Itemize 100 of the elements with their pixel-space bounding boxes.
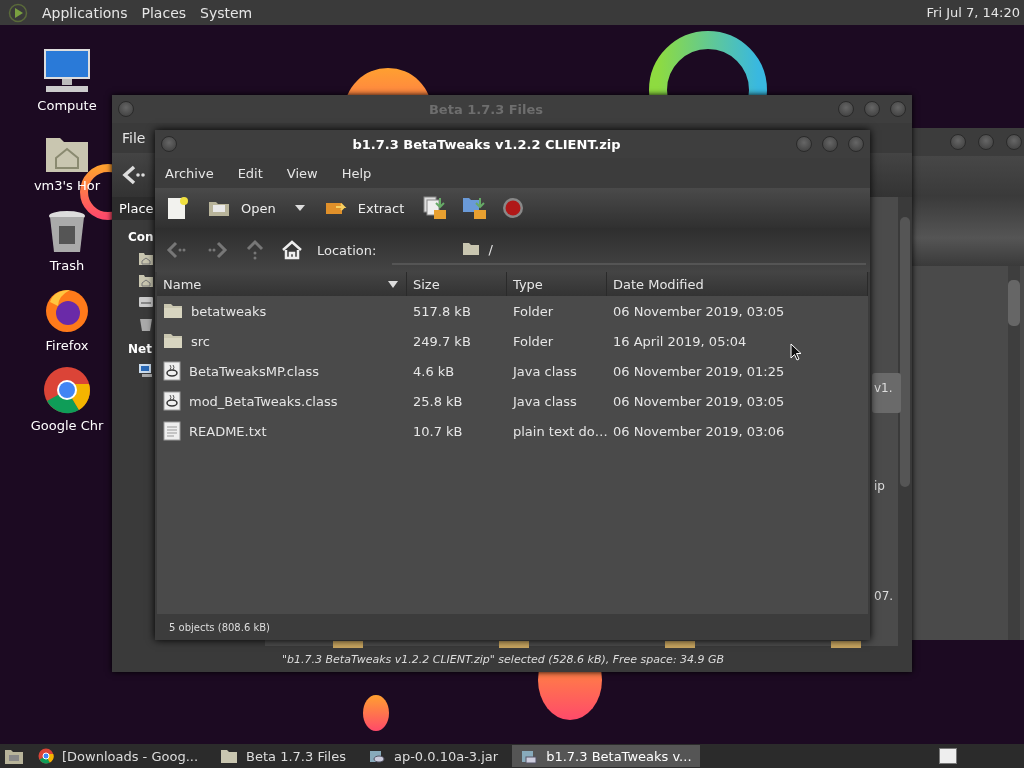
- back-arrow-icon[interactable]: [122, 165, 146, 185]
- status-text: 5 objects (808.6 kB): [169, 621, 270, 633]
- table-cell: 10.7 kB: [413, 423, 463, 439]
- add-files-icon[interactable]: [422, 195, 449, 221]
- folder-icon: [462, 242, 481, 256]
- window-button[interactable]: [848, 136, 864, 152]
- desktop-icon-label[interactable]: Firefox: [45, 338, 89, 353]
- table-cell: 517.8 kB: [413, 303, 471, 319]
- desktop-icon-label[interactable]: Trash: [49, 258, 85, 273]
- menu-item[interactable]: File: [122, 130, 146, 146]
- menu-item[interactable]: Help: [341, 165, 372, 181]
- window-button[interactable]: [822, 136, 838, 152]
- table-cell: 06 November 2019, 03:05: [613, 393, 785, 409]
- table-cell: 25.8 kB: [413, 393, 463, 409]
- java-file-icon: [163, 361, 181, 381]
- trash-icon[interactable]: [138, 316, 154, 332]
- panel-clock[interactable]: Fri Jul 7, 14:20: [926, 5, 1020, 20]
- extract-button[interactable]: Extract: [319, 196, 409, 220]
- dropdown-caret-icon[interactable]: [293, 204, 306, 212]
- firefox-icon[interactable]: [44, 288, 90, 334]
- table-cell: 06 November 2019, 01:25: [613, 363, 785, 379]
- stop-icon[interactable]: [502, 197, 525, 219]
- home-folder-icon[interactable]: [138, 272, 154, 288]
- column-header[interactable]: Date Modified: [607, 272, 868, 296]
- home-icon[interactable]: [281, 240, 303, 260]
- file-name[interactable]: BetaTweaksMP.class: [189, 363, 320, 379]
- table-cell: 249.7 kB: [413, 333, 471, 349]
- table-cell: plain text do…: [513, 423, 608, 439]
- taskbar-item[interactable]: ap-0.0.10a-3.jar: [359, 745, 507, 767]
- window-button[interactable]: [978, 134, 994, 150]
- java-file-icon: [367, 748, 386, 764]
- home-folder-icon[interactable]: [138, 250, 154, 266]
- network-icon[interactable]: [138, 362, 154, 378]
- archive-icon: [520, 748, 539, 764]
- menu-item[interactable]: Archive: [165, 165, 214, 181]
- table-cell: Java class: [513, 363, 577, 379]
- panel-menu-item[interactable]: System: [200, 4, 253, 21]
- scrollbar[interactable]: [898, 197, 912, 646]
- window-button[interactable]: [838, 101, 854, 117]
- sidebar-heading: Con: [128, 230, 154, 244]
- desktop-icon-label[interactable]: Compute: [37, 98, 97, 113]
- mouse-pointer-icon: [790, 343, 802, 361]
- new-document-icon[interactable]: [167, 196, 189, 220]
- column-header[interactable]: Size: [407, 272, 507, 296]
- status-text: "b1.7.3 BetaTweaks v1.2.2 CLIENT.zip" selected (528.6 kB), Free space: 34.9 GB: [112, 646, 912, 672]
- file-label[interactable]: ip: [872, 477, 887, 495]
- taskbar-item[interactable]: [Downloads - Goog...: [30, 745, 207, 767]
- file-label[interactable]: 07.: [872, 587, 896, 605]
- folder-icon: [163, 333, 183, 349]
- trash-icon[interactable]: [47, 210, 87, 254]
- sidebar-tab[interactable]: Place: [112, 197, 155, 220]
- window-button[interactable]: [950, 134, 966, 150]
- location-label: Location:: [317, 242, 377, 258]
- table-cell: 06 November 2019, 03:05: [613, 303, 785, 319]
- menu-item[interactable]: Edit: [237, 165, 263, 181]
- drive-icon[interactable]: [138, 294, 154, 310]
- open-button[interactable]: Open: [203, 196, 280, 220]
- file-icon[interactable]: [499, 641, 529, 648]
- sidebar-heading: Net: [128, 342, 152, 356]
- file-label[interactable]: v1.: [872, 373, 901, 413]
- window-button[interactable]: [890, 101, 906, 117]
- file-name[interactable]: mod_BetaTweaks.class: [189, 393, 338, 409]
- file-icon[interactable]: [333, 641, 363, 648]
- file-icon[interactable]: [831, 641, 861, 648]
- window-button[interactable]: [161, 136, 177, 152]
- file-name[interactable]: src: [191, 333, 210, 349]
- window-title: b1.7.3 BetaTweaks v1.2.2 CLIENT.zip: [351, 136, 622, 152]
- table-cell: Folder: [513, 303, 554, 319]
- file-name[interactable]: betatweaks: [191, 303, 267, 319]
- up-arrow-icon[interactable]: [245, 239, 265, 261]
- table-cell: 16 April 2019, 05:04: [613, 333, 747, 349]
- window-button[interactable]: [118, 101, 134, 117]
- taskbar-item[interactable]: b1.7.3 BetaTweaks v...: [512, 745, 700, 767]
- window-button[interactable]: [864, 101, 880, 117]
- text-file-icon: [163, 421, 181, 441]
- window-button[interactable]: [796, 136, 812, 152]
- panel-menu-item[interactable]: Places: [141, 4, 187, 21]
- menu-item[interactable]: View: [286, 165, 318, 181]
- folder-icon: [220, 748, 239, 764]
- column-header[interactable]: Name: [157, 272, 407, 296]
- file-icon[interactable]: [665, 641, 695, 648]
- computer-icon[interactable]: [42, 48, 92, 94]
- scrollbar[interactable]: [1008, 266, 1020, 640]
- table-cell: Folder: [513, 333, 554, 349]
- column-header[interactable]: Type: [507, 272, 607, 296]
- workspace-switcher-icon[interactable]: [938, 747, 958, 765]
- show-desktop-icon[interactable]: [4, 747, 24, 765]
- chrome-icon[interactable]: [43, 366, 91, 414]
- window-button[interactable]: [1006, 134, 1022, 150]
- taskbar-item[interactable]: Beta 1.7.3 Files: [212, 745, 354, 767]
- panel-menu-item[interactable]: Applications: [42, 4, 128, 21]
- desktop-icon-label[interactable]: Google Chr: [30, 418, 104, 433]
- add-folder-icon[interactable]: [462, 195, 489, 221]
- sort-arrow-icon[interactable]: [388, 280, 398, 288]
- location-field[interactable]: /: [392, 235, 866, 265]
- chrome-icon: [38, 748, 54, 764]
- table-cell: 4.6 kB: [413, 363, 455, 379]
- play-logo-icon[interactable]: [8, 2, 28, 23]
- file-name[interactable]: README.txt: [189, 423, 267, 439]
- folder-icon: [163, 303, 183, 319]
